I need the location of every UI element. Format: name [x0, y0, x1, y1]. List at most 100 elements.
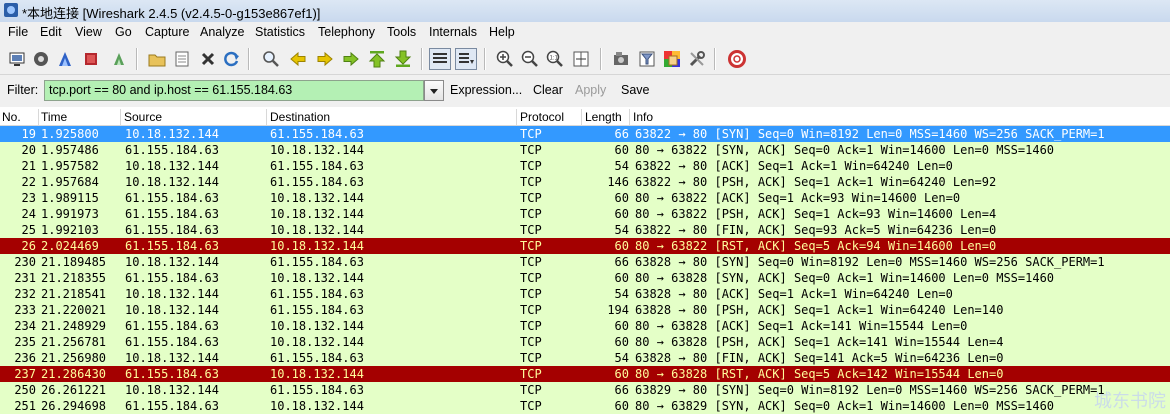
capture-filters-icon[interactable] [612, 50, 630, 68]
packet-number: 231 [14, 271, 36, 285]
save-file-icon[interactable] [173, 50, 191, 68]
go-back-icon[interactable] [289, 50, 307, 68]
zoom-out-icon[interactable] [521, 50, 539, 68]
packet-row[interactable]: 22 1.957684 10.18.132.144 61.155.184.63 TCP 1… [0, 174, 1170, 190]
open-file-icon[interactable] [148, 50, 166, 68]
packet-row[interactable]: 231 21.218355 61.155.184.63 10.18.132.144 TC… [0, 270, 1170, 286]
menu-go[interactable]: Go [115, 25, 132, 39]
packet-info: 80 → 63829 [SYN, ACK] Seq=0 Ack=1 Win=14… [635, 399, 1055, 413]
packet-protocol: TCP [520, 271, 542, 285]
packet-protocol: TCP [520, 367, 542, 381]
packet-number: 236 [14, 351, 36, 365]
start-capture-icon[interactable] [56, 50, 74, 68]
help-icon[interactable] [728, 50, 746, 68]
coloring-rules-icon[interactable] [663, 50, 681, 68]
menu-analyze[interactable]: Analyze [200, 25, 244, 39]
packet-protocol: TCP [520, 175, 542, 189]
menu-edit[interactable]: Edit [40, 25, 62, 39]
display-filters-icon[interactable] [638, 50, 656, 68]
packet-source: 61.155.184.63 [125, 223, 219, 237]
packet-time: 1.989115 [41, 191, 99, 205]
packet-time: 1.992103 [41, 223, 99, 237]
capture-options-icon[interactable] [32, 50, 50, 68]
menu-telephony[interactable]: Telephony [318, 25, 375, 39]
packet-source: 10.18.132.144 [125, 175, 219, 189]
column-header-protocol[interactable]: Protocol [520, 110, 564, 124]
packet-time: 21.248929 [41, 319, 107, 333]
packet-row[interactable]: 230 21.189485 10.18.132.144 61.155.184.63 TC… [0, 254, 1170, 270]
column-header-source[interactable]: Source [124, 110, 162, 124]
save-button[interactable]: Save [621, 83, 650, 97]
packet-row[interactable]: 232 21.218541 10.18.132.144 61.155.184.63 TC… [0, 286, 1170, 302]
packet-row[interactable]: 26 2.024469 61.155.184.63 10.18.132.144 TCP 6… [0, 238, 1170, 254]
go-first-icon[interactable] [368, 50, 386, 68]
column-header-no[interactable]: No. [2, 110, 21, 124]
packet-row[interactable]: 236 21.256980 10.18.132.144 61.155.184.63 TC… [0, 350, 1170, 366]
close-file-icon[interactable] [199, 50, 217, 68]
filter-history-dropdown[interactable] [424, 80, 444, 101]
menu-capture[interactable]: Capture [145, 25, 189, 39]
packet-row[interactable]: 235 21.256781 61.155.184.63 10.18.132.144 TC… [0, 334, 1170, 350]
packet-destination: 61.155.184.63 [270, 255, 364, 269]
packet-protocol: TCP [520, 239, 542, 253]
clear-button[interactable]: Clear [533, 83, 563, 97]
display-filter-input[interactable]: tcp.port == 80 and ip.host == 61.155.184… [44, 80, 424, 101]
packet-row[interactable]: 25 1.992103 61.155.184.63 10.18.132.144 TCP 5… [0, 222, 1170, 238]
preferences-icon[interactable] [688, 50, 706, 68]
packet-info: 63828 → 80 [PSH, ACK] Seq=1 Ack=1 Win=64… [635, 303, 1004, 317]
svg-text:1:1: 1:1 [550, 56, 559, 62]
auto-scroll-icon[interactable] [455, 48, 477, 70]
packet-row[interactable]: 250 26.261221 10.18.132.144 61.155.184.63 TC… [0, 382, 1170, 398]
interface-list-icon[interactable] [8, 50, 26, 68]
packet-time: 21.218355 [41, 271, 107, 285]
packet-time: 21.286430 [41, 367, 107, 381]
packet-number: 235 [14, 335, 36, 349]
menu-file[interactable]: File [8, 25, 28, 39]
resize-columns-icon[interactable] [572, 50, 590, 68]
packet-row[interactable]: 237 21.286430 61.155.184.63 10.18.132.144 TC… [0, 366, 1170, 382]
packet-row[interactable]: 251 26.294698 61.155.184.63 10.18.132.144 TC… [0, 398, 1170, 414]
expression-button[interactable]: Expression... [450, 83, 522, 97]
packet-row[interactable]: 234 21.248929 61.155.184.63 10.18.132.144 TC… [0, 318, 1170, 334]
menu-view[interactable]: View [75, 25, 102, 39]
packet-source: 61.155.184.63 [125, 191, 219, 205]
packet-row[interactable]: 21 1.957582 10.18.132.144 61.155.184.63 TCP 5… [0, 158, 1170, 174]
stop-capture-icon[interactable] [82, 50, 100, 68]
go-to-packet-icon[interactable] [342, 50, 360, 68]
menu-internals[interactable]: Internals [429, 25, 477, 39]
packet-source: 61.155.184.63 [125, 271, 219, 285]
zoom-normal-icon[interactable]: 1:1 [546, 50, 564, 68]
packet-time: 1.925800 [41, 127, 99, 141]
packet-list-header: No. Time Source Destination Protocol Len… [0, 109, 1170, 126]
menu-help[interactable]: Help [489, 25, 515, 39]
reload-icon[interactable] [223, 50, 241, 68]
find-packet-icon[interactable] [262, 50, 280, 68]
packet-source: 10.18.132.144 [125, 159, 219, 173]
zoom-in-icon[interactable] [496, 50, 514, 68]
packet-list[interactable]: No. Time Source Destination Protocol Len… [0, 109, 1170, 415]
packet-row[interactable]: 23 1.989115 61.155.184.63 10.18.132.144 TCP 6… [0, 190, 1170, 206]
packet-row[interactable]: 24 1.991973 61.155.184.63 10.18.132.144 TCP 6… [0, 206, 1170, 222]
toolbar-separator [421, 48, 423, 70]
menu-statistics[interactable]: Statistics [255, 25, 305, 39]
packet-info: 80 → 63822 [ACK] Seq=1 Ack=93 Win=14600 … [635, 191, 961, 205]
toolbar-separator [600, 48, 602, 70]
toolbar-separator [136, 48, 138, 70]
packet-source: 10.18.132.144 [125, 127, 219, 141]
packet-info: 80 → 63828 [SYN, ACK] Seq=0 Ack=1 Win=14… [635, 271, 1055, 285]
restart-capture-icon[interactable] [110, 50, 128, 68]
packet-row[interactable]: 19 1.925800 10.18.132.144 61.155.184.63 TCP 6… [0, 126, 1170, 142]
column-header-destination[interactable]: Destination [270, 110, 330, 124]
packet-row[interactable]: 20 1.957486 61.155.184.63 10.18.132.144 TCP 6… [0, 142, 1170, 158]
colorize-icon[interactable] [429, 48, 451, 70]
go-last-icon[interactable] [394, 50, 412, 68]
column-header-info[interactable]: Info [633, 110, 653, 124]
column-header-length[interactable]: Length [585, 110, 622, 124]
packet-row[interactable]: 233 21.220021 10.18.132.144 61.155.184.63 TC… [0, 302, 1170, 318]
column-header-time[interactable]: Time [41, 110, 67, 124]
go-forward-icon[interactable] [316, 50, 334, 68]
apply-button[interactable]: Apply [575, 83, 606, 97]
packet-protocol: TCP [520, 351, 542, 365]
menu-tools[interactable]: Tools [387, 25, 416, 39]
toolbar-separator [248, 48, 250, 70]
